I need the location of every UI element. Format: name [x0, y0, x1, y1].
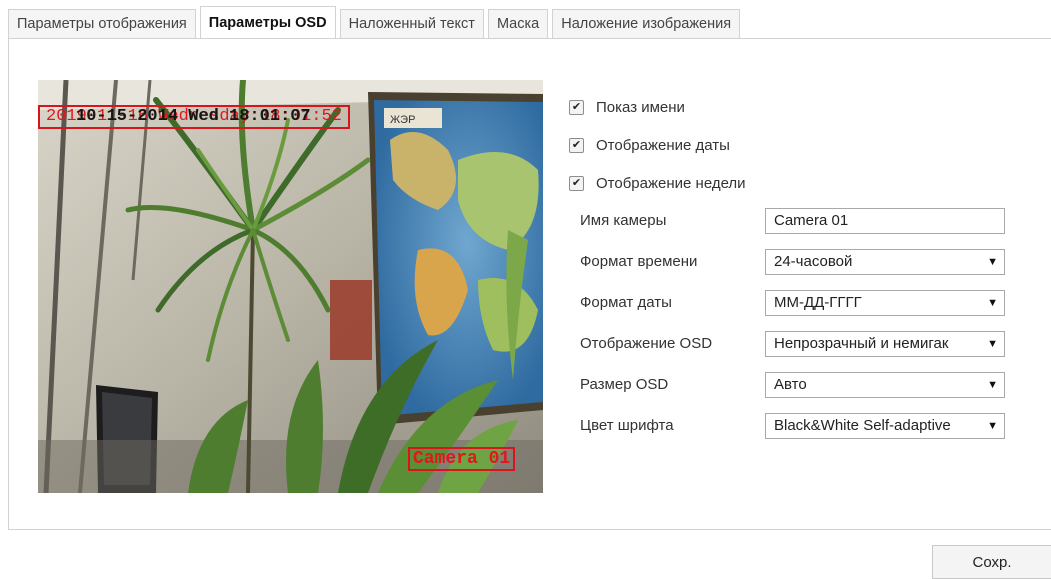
- show-week-checkbox[interactable]: ✔: [569, 175, 584, 191]
- osd-camera-text: Camera 01: [413, 449, 511, 469]
- camera-name-label: Имя камеры: [580, 212, 667, 229]
- date-format-label: Формат даты: [580, 294, 672, 311]
- osd-size-label: Размер OSD: [580, 376, 669, 393]
- show-date-label: Отображение даты: [596, 136, 730, 154]
- time-format-label: Формат времени: [580, 253, 698, 270]
- osd-size-row: Размер OSD Авто ▼: [580, 364, 1005, 405]
- tab-bar: Параметры отображения Параметры OSD Нало…: [8, 6, 744, 40]
- show-week-label: Отображение недели: [596, 174, 746, 192]
- check-icon: ✔: [571, 176, 582, 189]
- tab-image-overlay[interactable]: Наложение изображения: [552, 9, 741, 39]
- dropdown-arrow-icon: ▼: [987, 337, 998, 350]
- video-preview[interactable]: ЖЭР 2019-11-16 Wednesday 18:01:52 10-15-…: [38, 80, 543, 493]
- dropdown-arrow-icon: ▼: [987, 296, 998, 309]
- time-format-row: Формат времени 24-часовой ▼: [580, 241, 1005, 282]
- osd-display-label: Отображение OSD: [580, 335, 713, 352]
- time-format-select[interactable]: 24-часовой ▼: [765, 248, 1005, 275]
- camera-name-input[interactable]: Camera 01: [765, 207, 1005, 234]
- check-icon: ✔: [571, 100, 582, 113]
- tab-mask[interactable]: Маска: [487, 9, 549, 39]
- font-color-row: Цвет шрифта Black&White Self-adaptive ▼: [580, 405, 1005, 446]
- osd-display-select[interactable]: Непрозрачный и немигак ▼: [765, 330, 1005, 357]
- tab-text-overlay[interactable]: Наложенный текст: [339, 9, 484, 39]
- date-format-row: Формат даты ММ-ДД-ГГГГ ▼: [580, 282, 1005, 323]
- camera-name-row: Имя камеры Camera 01: [580, 200, 1005, 241]
- osd-size-value: Авто: [774, 376, 807, 393]
- osd-display-value: Непрозрачный и немигак: [774, 335, 949, 352]
- save-button[interactable]: Сохр.: [932, 545, 1051, 579]
- camera-scene-image: ЖЭР: [38, 80, 543, 493]
- date-format-select[interactable]: ММ-ДД-ГГГГ ▼: [765, 289, 1005, 316]
- osd-camera-overlay[interactable]: Camera 01: [408, 447, 516, 471]
- check-icon: ✔: [571, 138, 582, 151]
- show-name-checkbox[interactable]: ✔: [569, 99, 584, 115]
- osd-size-select[interactable]: Авто ▼: [765, 371, 1005, 398]
- osd-date-overlay[interactable]: 2019-11-16 Wednesday 18:01:52 10-15-2014…: [38, 105, 350, 129]
- tab-display-params[interactable]: Параметры отображения: [8, 9, 196, 39]
- dropdown-arrow-icon: ▼: [987, 255, 998, 268]
- show-week-row: ✔ Отображение недели: [569, 164, 746, 202]
- font-color-label: Цвет шрифта: [580, 417, 674, 434]
- show-date-row: ✔ Отображение даты: [569, 126, 746, 164]
- time-format-value: 24-часовой: [774, 253, 853, 270]
- date-format-value: ММ-ДД-ГГГГ: [774, 294, 862, 311]
- camera-name-value: Camera 01: [774, 212, 849, 229]
- show-name-label: Показ имени: [596, 98, 685, 116]
- dropdown-arrow-icon: ▼: [987, 419, 998, 432]
- osd-display-row: Отображение OSD Непрозрачный и немигак ▼: [580, 323, 1005, 364]
- tab-osd-params[interactable]: Параметры OSD: [199, 6, 336, 40]
- dropdown-arrow-icon: ▼: [987, 378, 998, 391]
- font-color-select[interactable]: Black&White Self-adaptive ▼: [765, 412, 1005, 439]
- map-label: ЖЭР: [390, 114, 415, 126]
- osd-date-overlap-text: 10-15-2014 Wed 18:01:07: [76, 107, 311, 126]
- font-color-value: Black&White Self-adaptive: [774, 417, 951, 434]
- osd-checkbox-group: ✔ Показ имени ✔ Отображение даты ✔ Отобр…: [569, 88, 746, 202]
- osd-form: Имя камеры Camera 01 Формат времени 24-ч…: [580, 200, 1005, 446]
- show-date-checkbox[interactable]: ✔: [569, 137, 584, 153]
- show-name-row: ✔ Показ имени: [569, 88, 746, 126]
